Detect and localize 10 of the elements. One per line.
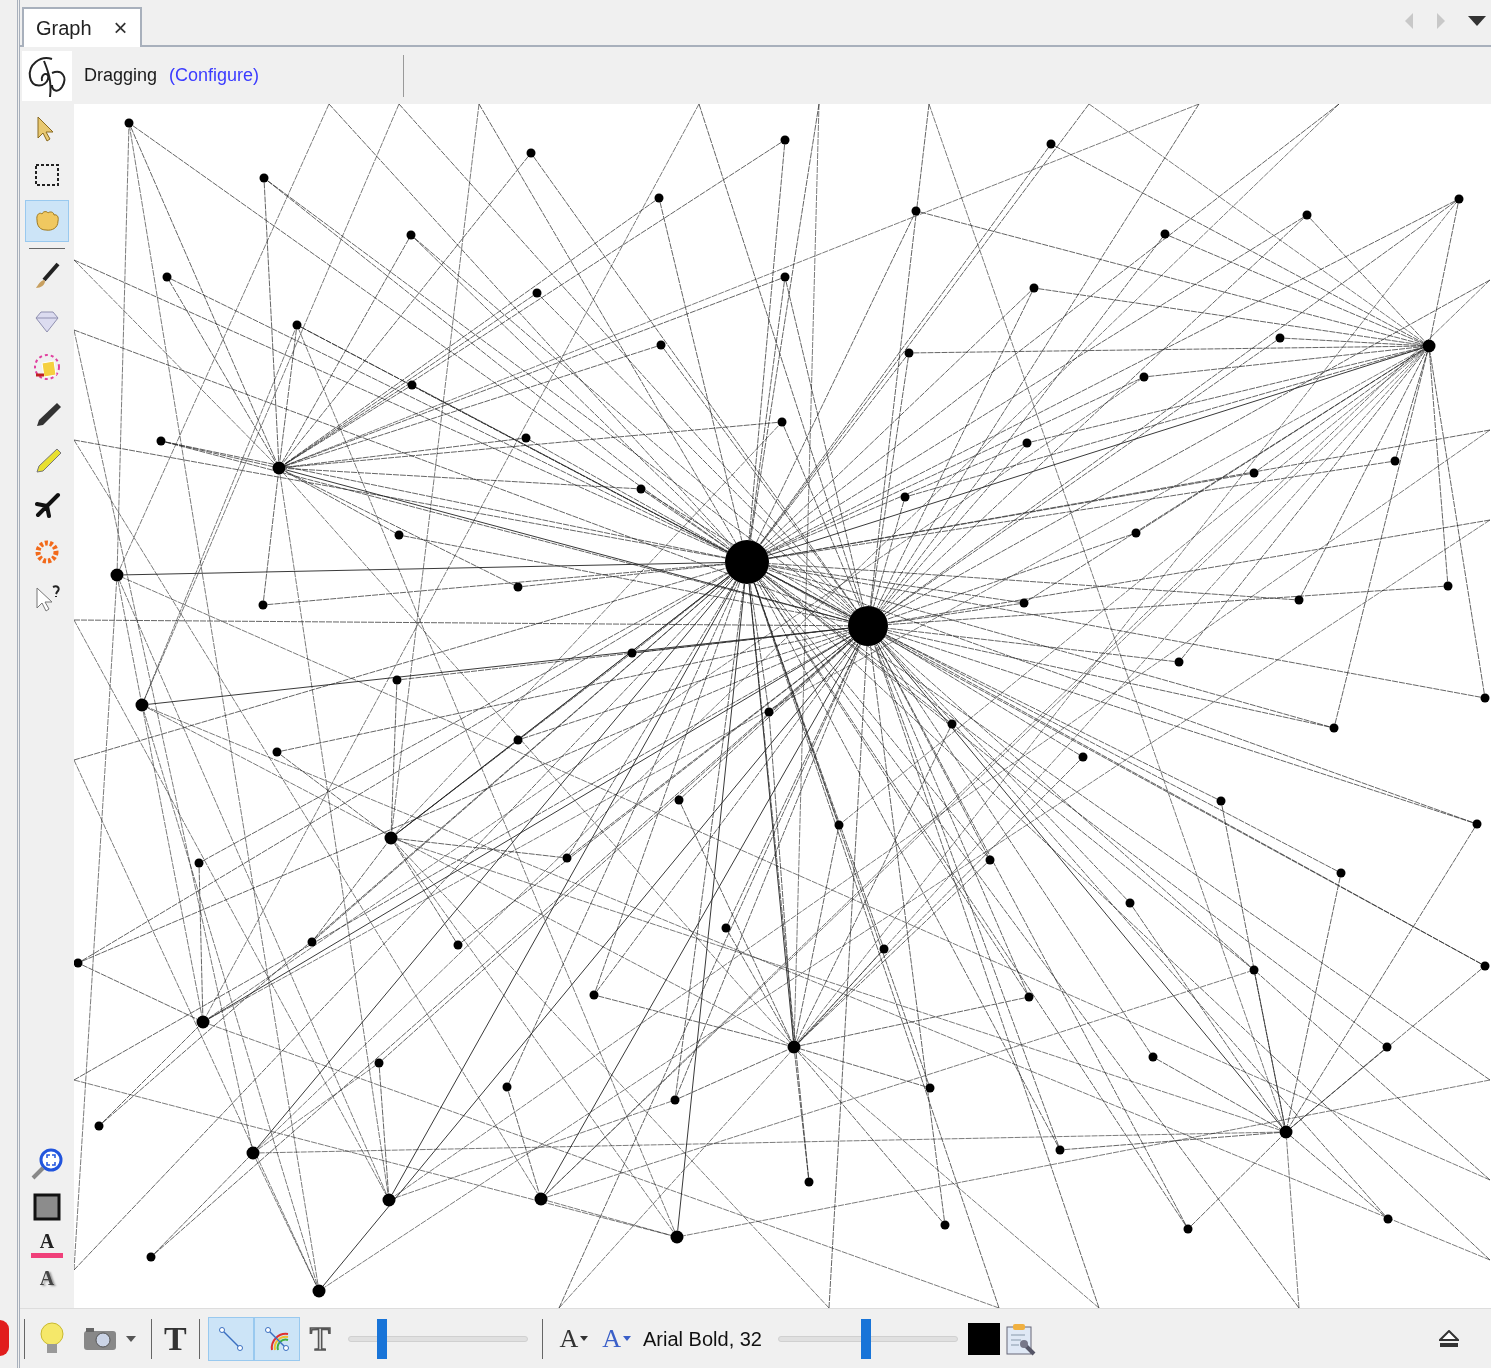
- font-color-dropdown[interactable]: A: [602, 1325, 632, 1352]
- close-button[interactable]: ×: [113, 16, 128, 40]
- font-size-dropdown[interactable]: A: [559, 1325, 589, 1352]
- label-color-button[interactable]: A: [30, 1231, 64, 1258]
- configure-link[interactable]: (Configure): [169, 62, 260, 89]
- text-toggle-button[interactable]: T: [164, 1321, 187, 1356]
- tool-mode-label: Dragging: [84, 64, 158, 87]
- font-label: Arial Bold, 32: [643, 1326, 762, 1352]
- graph-tab[interactable]: Graph ×: [22, 7, 142, 47]
- label-font-button[interactable]: A: [30, 1268, 64, 1288]
